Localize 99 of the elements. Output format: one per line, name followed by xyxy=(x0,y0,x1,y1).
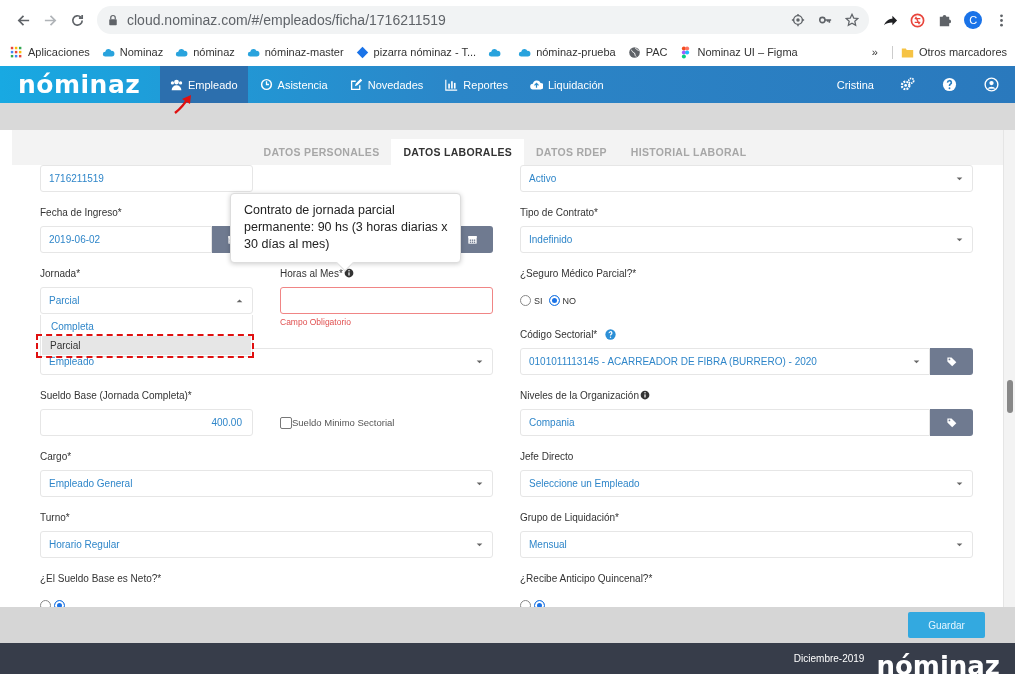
logo: nóminaz xyxy=(17,69,142,101)
extension-icon[interactable] xyxy=(910,12,926,28)
error-message: Campo Obligatorio xyxy=(280,317,351,327)
field-label: Cargo* xyxy=(40,450,72,462)
caret-icon xyxy=(955,174,964,183)
field-label: Horas al Mes* xyxy=(280,267,343,279)
bar-chart-icon xyxy=(445,78,459,91)
select-field[interactable]: 0101011113145 - ACARREADOR DE FIBRA (BURRERO) - 2020 xyxy=(520,348,930,375)
field-label: Niveles de la Organización xyxy=(520,389,639,401)
select-field[interactable]: Parcial xyxy=(40,287,253,314)
field-label: Jefe Directo xyxy=(520,450,574,462)
bookmark[interactable]: Aplicaciones xyxy=(10,45,90,59)
bookmark-folder[interactable]: Otros marcadores xyxy=(891,45,1007,59)
clock-icon xyxy=(259,78,273,91)
caret-icon xyxy=(475,540,484,549)
tooltip: Contrato de jornada parcial permanente: 90 hs (3 horas diarias x 30 días al mes) xyxy=(230,193,461,263)
star-icon[interactable] xyxy=(845,13,860,27)
user-icon[interactable] xyxy=(984,77,999,92)
caret-icon xyxy=(475,479,484,488)
bookmark[interactable]: PAC xyxy=(627,45,668,59)
location-icon[interactable] xyxy=(791,13,806,27)
folder-icon xyxy=(900,45,914,59)
field-label: Sueldo Base (Jornada Completa)* xyxy=(40,389,192,401)
field-label: ¿Seguro Médico Parcial?* xyxy=(520,267,637,279)
caret-icon xyxy=(912,357,921,366)
user-name[interactable]: Cristina xyxy=(836,66,874,103)
tab[interactable]: DATOS RDEP xyxy=(524,139,619,165)
field-label: Fecha de Ingreso* xyxy=(40,206,122,218)
url-text: cloud.nominaz.com/#/empleados/ficha/1716211519 xyxy=(127,12,446,28)
tab[interactable]: HISTORIAL LABORAL xyxy=(618,139,759,165)
nav-item[interactable]: Novedades xyxy=(339,66,434,103)
field-label: ¿Recibe Anticipo Quincenal?* xyxy=(520,572,653,584)
settings-icon[interactable] xyxy=(900,77,915,92)
lock-icon xyxy=(107,14,119,26)
calendar-icon xyxy=(467,234,478,245)
bookmark[interactable]: nóminaz-master xyxy=(246,45,344,59)
date-field[interactable]: 2019-06-02 xyxy=(40,226,212,253)
diamond-icon xyxy=(355,45,369,59)
tag-icon xyxy=(946,356,957,367)
radio-button[interactable] xyxy=(548,295,560,306)
address-bar[interactable]: cloud.nominaz.com/#/empleados/ficha/1716211519 xyxy=(97,6,870,34)
footer-logo: nóminaz xyxy=(876,652,1000,674)
cloud-upload-icon xyxy=(530,78,543,91)
footer-date: Diciembre-2019 xyxy=(793,653,865,664)
profile-avatar[interactable]: C xyxy=(964,11,982,29)
select-field[interactable]: Empleado General xyxy=(40,470,493,497)
users-icon xyxy=(170,78,183,91)
field-label: Grupo de Liquidación* xyxy=(520,511,619,523)
bookmark[interactable]: pizarra nóminaz - T... xyxy=(355,45,477,59)
select-field[interactable]: Activo xyxy=(520,165,973,192)
reload-icon[interactable] xyxy=(70,12,85,28)
nav-item[interactable]: Reportes xyxy=(435,66,518,103)
select-field[interactable]: Indefinido xyxy=(520,226,973,253)
nav-item[interactable]: Liquidación xyxy=(520,66,614,103)
field-label: Turno* xyxy=(40,511,70,523)
edit-icon xyxy=(349,78,363,91)
field-label: Tipo de Contrato* xyxy=(520,206,598,218)
save-button[interactable]: Guardar xyxy=(908,612,985,638)
select-field[interactable]: Mensual xyxy=(520,531,973,558)
dropdown-option[interactable]: Completa xyxy=(41,317,252,336)
caret-icon xyxy=(955,479,964,488)
tag-button[interactable] xyxy=(930,348,973,375)
info-icon[interactable] xyxy=(639,390,650,400)
input-field[interactable]: 400.00 xyxy=(40,409,253,436)
caret-icon xyxy=(955,235,964,244)
radio-button[interactable] xyxy=(520,295,531,306)
checkbox-label: Sueldo Minimo Sectorial xyxy=(292,417,395,428)
help-icon[interactable] xyxy=(605,328,617,340)
radio-label: NO xyxy=(562,295,576,306)
field-label: Código Sectorial* xyxy=(520,328,598,340)
tag-icon xyxy=(946,417,957,428)
field-label: ¿El Sueldo Base es Neto?* xyxy=(40,572,162,584)
nav-item[interactable]: Empleado xyxy=(160,66,248,103)
more-bookmarks-button[interactable]: » xyxy=(871,46,878,58)
input-field[interactable]: 1716211519 xyxy=(40,165,253,192)
caret-icon xyxy=(955,540,964,549)
caret-icon xyxy=(475,357,484,366)
bookmark[interactable]: Nominaz UI – Figma xyxy=(679,45,798,59)
caret-icon xyxy=(235,296,244,305)
tab[interactable]: DATOS PERSONALES xyxy=(251,139,392,165)
checkbox[interactable] xyxy=(280,416,292,429)
bookmark[interactable]: Nominaz xyxy=(101,45,164,59)
select-field[interactable]: Seleccione un Empleado xyxy=(520,470,973,497)
tab[interactable]: DATOS LABORALES xyxy=(391,139,524,165)
input-field[interactable] xyxy=(280,287,493,314)
puzzle-icon[interactable] xyxy=(937,12,953,28)
info-icon[interactable] xyxy=(343,268,354,278)
bookmark[interactable]: nóminaz xyxy=(175,45,235,59)
help-icon[interactable] xyxy=(942,77,957,92)
globe-icon xyxy=(627,45,641,59)
bookmark[interactable]: nóminaz-prueba xyxy=(518,45,616,59)
field-label: Jornada* xyxy=(40,267,81,279)
select-field[interactable]: Horario Regular xyxy=(40,531,493,558)
tag-button[interactable] xyxy=(930,409,973,436)
radio-label: SI xyxy=(534,295,543,306)
scrollbar[interactable] xyxy=(1003,130,1015,607)
apps-icon xyxy=(10,45,23,59)
select-field[interactable]: Compania xyxy=(520,409,930,436)
nav-item[interactable]: Asistencia xyxy=(249,66,338,103)
